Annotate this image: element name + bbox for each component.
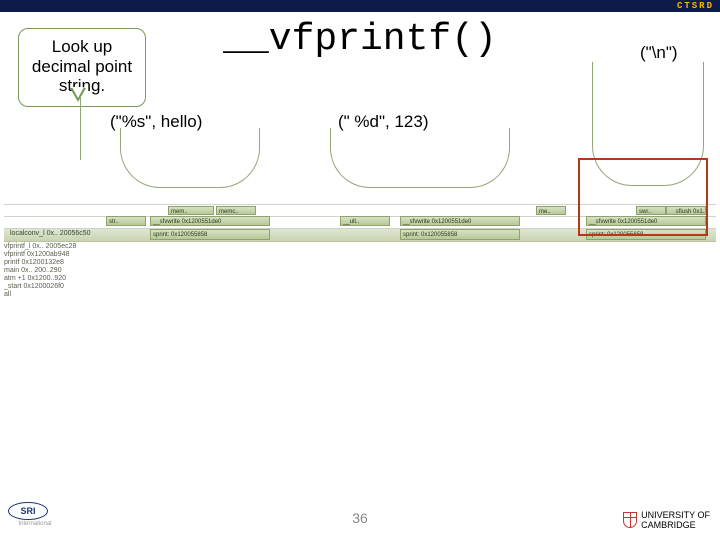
flame-block: sprint: 0x120055858 <box>400 229 520 240</box>
call-stack-labels: vfprintf_l 0x.. 2005ec28 vfprintf 0x1200… <box>4 242 76 298</box>
sri-logo: SRI International <box>8 502 62 532</box>
flame-block: __ult.. <box>340 216 390 226</box>
flame-block: str.. <box>106 216 146 226</box>
flame-block: me.. <box>536 206 566 215</box>
stack-line: all <box>4 290 76 298</box>
base-row-label: localconv_l 0x.. 20056c50 <box>10 229 91 238</box>
connector-callout <box>80 96 81 160</box>
stack-line: main 0x.. 200..290 <box>4 266 76 274</box>
stack-line: vfprintf_l 0x.. 2005ec28 <box>4 242 76 250</box>
flame-block: __sfvwrite 0x1200551de0 <box>400 216 520 226</box>
cambridge-logo: UNIVERSITY OF CAMBRIDGE <box>623 510 710 530</box>
stack-line: vfprintf 0x1200ab948 <box>4 250 76 258</box>
page-number: 36 <box>0 510 720 526</box>
stack-line: atm +1 0x1200..920 <box>4 274 76 282</box>
slide-header-bar: CTSRD <box>0 0 720 12</box>
ctsrd-logo: CTSRD <box>677 0 714 12</box>
flame-block: mem.. <box>168 206 214 215</box>
stack-line: printf 0x1200132e8 <box>4 258 76 266</box>
stack-line: _start 0x1200026f0 <box>4 282 76 290</box>
callout-tail-icon <box>70 88 86 102</box>
sri-logo-sub: International <box>8 521 62 527</box>
arg-label-3: ("\n") <box>640 43 678 63</box>
flame-block: memc.. <box>216 206 256 215</box>
sri-logo-text: SRI <box>8 502 48 520</box>
shield-icon <box>623 512 637 528</box>
flame-block: __sfvwrite 0x1200551de0 <box>150 216 270 226</box>
flame-block: sprint: 0x120055858 <box>150 229 270 240</box>
cambridge-text: UNIVERSITY OF CAMBRIDGE <box>641 510 710 530</box>
highlight-box <box>578 158 708 236</box>
